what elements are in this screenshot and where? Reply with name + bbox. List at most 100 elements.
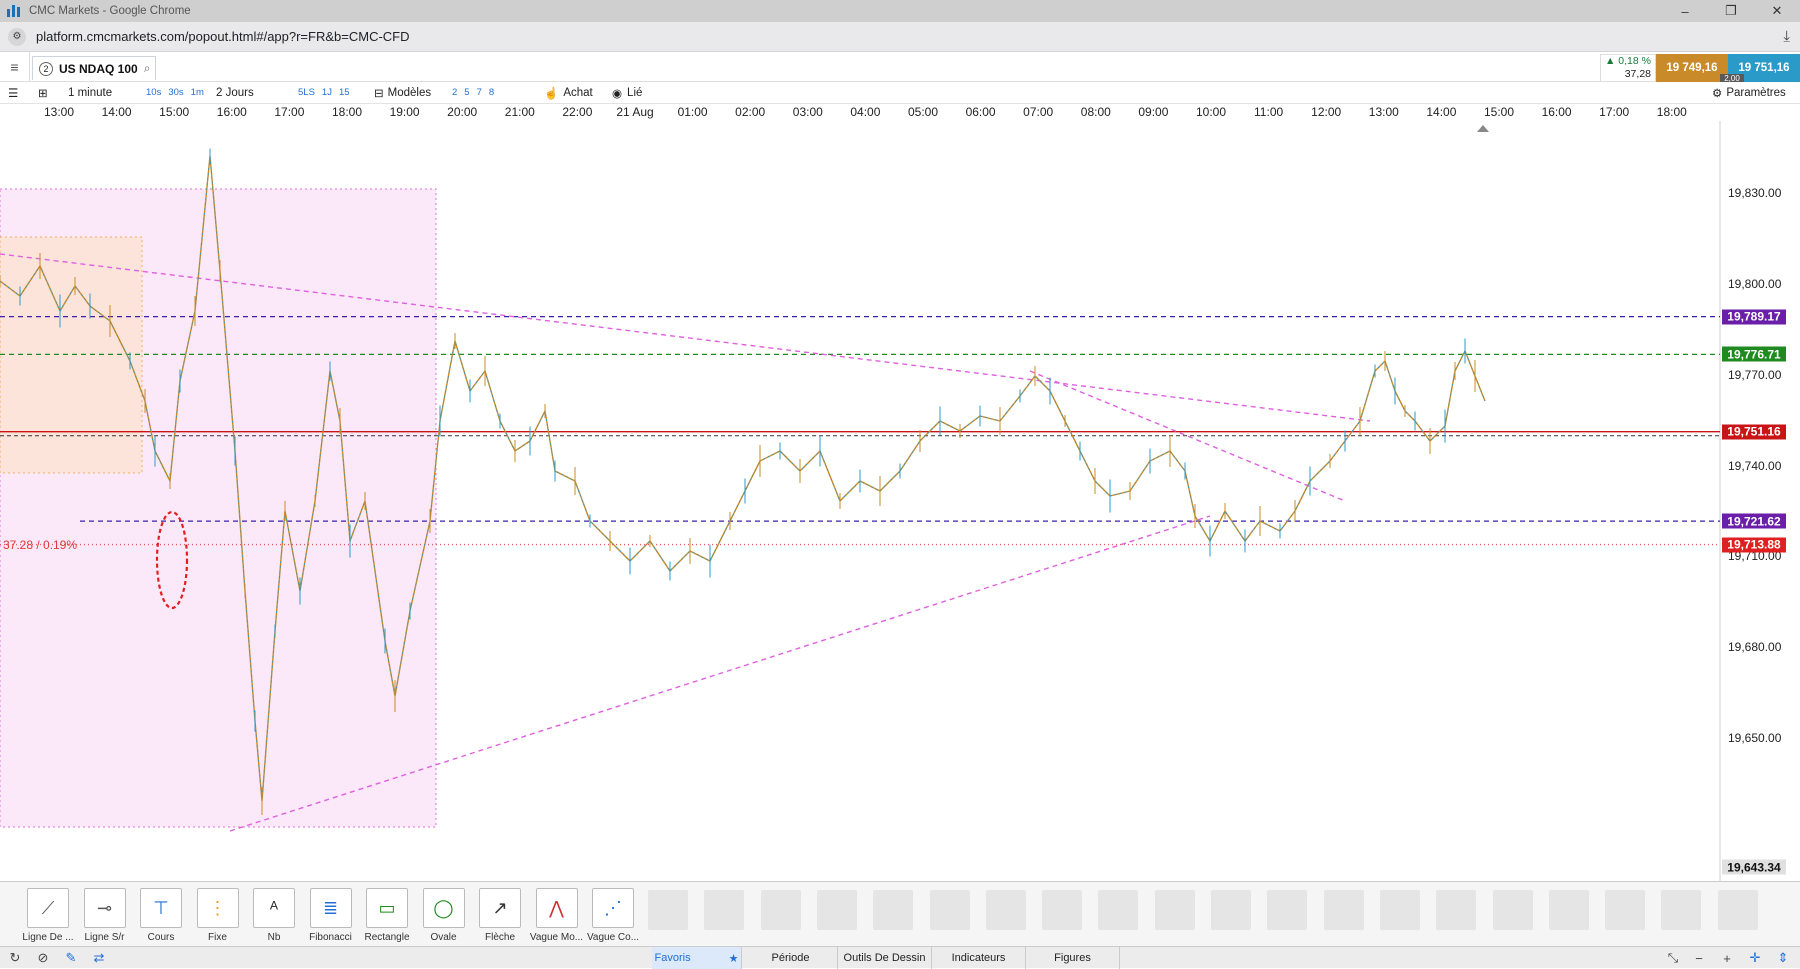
- empty-tool-slot[interactable]: [1492, 890, 1533, 930]
- up-arrow-icon: ▲: [1604, 55, 1616, 67]
- restore-button[interactable]: ❐: [1708, 0, 1754, 22]
- time-axis-label: 21:00: [504, 105, 535, 119]
- tool-fibonacci[interactable]: ≣ Fibonacci: [303, 888, 359, 943]
- tool-trend-line[interactable]: ⟋ Ligne De ...: [20, 888, 76, 943]
- bottom-bar: ↻ ⊘ ✎ ⇄ Favoris ★ Période Outils De Dessi…: [0, 946, 1800, 969]
- site-info-icon[interactable]: ⚙: [8, 27, 26, 46]
- tool-text-note[interactable]: ᴬ Nb: [246, 888, 302, 943]
- menu-icon[interactable]: ≡: [0, 52, 30, 82]
- sell-price-button[interactable]: 19 749,16: [1656, 54, 1728, 82]
- settings-button[interactable]: Paramètres: [1726, 87, 1785, 99]
- tool-wave-corrective[interactable]: ⋰ Vague Co...: [585, 888, 641, 943]
- templates-icon: ⊟: [374, 87, 384, 100]
- tab-figures[interactable]: Figures: [1026, 947, 1120, 969]
- layout-grid-icon[interactable]: ⊞: [38, 83, 48, 103]
- tool-label: Flèche: [484, 932, 515, 943]
- interval-10s[interactable]: 10s: [146, 87, 161, 98]
- instrument-toolbar: ≡ 2 US NDAQ 100 ⌕ ▲ 0,18 % 37,28 19 749,…: [0, 52, 1800, 82]
- empty-tool-slot[interactable]: [985, 890, 1026, 930]
- instrument-tab[interactable]: 2 US NDAQ 100 ⌕: [32, 56, 156, 80]
- rectangle-icon: ▭: [378, 897, 396, 918]
- pencil-icon[interactable]: ✎: [62, 949, 80, 967]
- template-slot-2[interactable]: 2: [452, 87, 457, 98]
- tool-rectangle[interactable]: ▭ Rectangle: [359, 888, 415, 943]
- achat-button[interactable]: Achat: [563, 87, 592, 99]
- zoom-out-icon[interactable]: −: [1690, 949, 1708, 967]
- price-level-label: 19,713.88: [1722, 537, 1786, 553]
- minimize-button[interactable]: –: [1662, 0, 1708, 22]
- time-axis-label: 03:00: [792, 105, 823, 119]
- empty-tool-slot[interactable]: [1042, 890, 1083, 930]
- url-text[interactable]: platform.cmcmarkets.com/popout.html#/app…: [36, 29, 410, 44]
- range-1j[interactable]: 1J: [322, 87, 332, 98]
- empty-tool-slot[interactable]: [929, 890, 970, 930]
- empty-tool-slot[interactable]: [816, 890, 857, 930]
- template-slot-5[interactable]: 5: [464, 87, 469, 98]
- time-axis-label: 18:00: [331, 105, 363, 119]
- tab-favoris-label: Favoris: [654, 952, 691, 964]
- time-axis-label: 20:00: [447, 105, 478, 119]
- search-icon[interactable]: ⌕: [144, 61, 151, 76]
- block-icon[interactable]: ⊘: [34, 949, 52, 967]
- link-eye-icon: ◉: [612, 87, 623, 100]
- empty-tool-slot[interactable]: [760, 890, 801, 930]
- instrument-number-badge: 2: [39, 61, 53, 76]
- instrument-name: US NDAQ 100: [59, 61, 138, 76]
- empty-tool-slot[interactable]: [1267, 890, 1308, 930]
- zoom-in-icon[interactable]: +: [1718, 949, 1736, 967]
- text-note-icon: ᴬ: [269, 897, 279, 918]
- download-icon[interactable]: ⤓: [1783, 28, 1790, 45]
- time-axis-label: 14:00: [1426, 105, 1457, 119]
- fit-icon[interactable]: ⤡: [1664, 949, 1682, 967]
- empty-tool-slot[interactable]: [1661, 890, 1702, 930]
- templates-button[interactable]: Modèles: [388, 87, 431, 99]
- template-slot-8[interactable]: 8: [489, 87, 494, 98]
- change-abs: 37,28: [1624, 68, 1651, 80]
- range-5ls[interactable]: 5LS: [298, 87, 315, 98]
- refresh-icon[interactable]: ↻: [6, 949, 24, 967]
- empty-tool-slot[interactable]: [648, 890, 688, 930]
- empty-tool-slot[interactable]: [1098, 890, 1139, 930]
- tool-wave-motive[interactable]: ⋀ Vague Mo...: [529, 888, 585, 943]
- tool-fixed-line[interactable]: ⋮ Fixe: [190, 888, 246, 943]
- empty-tool-slot[interactable]: [1154, 890, 1195, 930]
- range-15[interactable]: 15: [339, 87, 350, 98]
- linked-button[interactable]: Lié: [627, 87, 642, 99]
- tab-outils-de-dessin[interactable]: Outils De Dessin: [838, 947, 932, 969]
- empty-tool-slot[interactable]: [704, 890, 745, 930]
- empty-tool-slot[interactable]: [1323, 890, 1364, 930]
- tool-arrow[interactable]: ↗ Flèche: [472, 888, 528, 943]
- chart-list-icon[interactable]: ☰: [8, 83, 18, 103]
- crosshair-icon[interactable]: ✛: [1746, 949, 1764, 967]
- current-time-marker: [1477, 125, 1489, 132]
- tab-favoris[interactable]: Favoris ★: [652, 947, 742, 969]
- interval-1m[interactable]: 1m: [191, 87, 204, 98]
- price-level-label: 19,751.16: [1722, 424, 1786, 440]
- tool-price-level[interactable]: ⊤ Cours: [133, 888, 189, 943]
- template-slot-7[interactable]: 7: [477, 87, 482, 98]
- time-axis-label: 17:00: [1599, 105, 1630, 119]
- empty-tool-slot[interactable]: [1211, 890, 1251, 930]
- time-axis-label: 05:00: [907, 105, 939, 119]
- tool-oval[interactable]: ◯ Ovale: [416, 888, 472, 943]
- tab-indicateurs[interactable]: Indicateurs: [932, 947, 1026, 969]
- star-icon: ★: [728, 952, 739, 965]
- tab-periode[interactable]: Période: [744, 947, 838, 969]
- tool-sr-line[interactable]: ⊸ Ligne S/r: [77, 888, 133, 943]
- chart-area[interactable]: [0, 121, 1800, 881]
- empty-tool-slot[interactable]: [1717, 890, 1758, 930]
- interval-select[interactable]: 1 minute: [68, 83, 112, 103]
- wave-corrective-icon: ⋰: [604, 897, 622, 918]
- empty-tool-slot[interactable]: [873, 890, 914, 930]
- empty-tool-slot[interactable]: [1436, 890, 1477, 930]
- range-select[interactable]: 2 Jours: [216, 83, 254, 103]
- empty-tool-slot[interactable]: [1605, 890, 1646, 930]
- empty-tool-slot[interactable]: [1379, 890, 1420, 930]
- price-chart[interactable]: [0, 121, 1800, 881]
- close-button[interactable]: ✕: [1754, 0, 1800, 22]
- interval-30s[interactable]: 30s: [168, 87, 183, 98]
- magnet-icon[interactable]: ⇄: [90, 949, 108, 967]
- expand-vertical-icon[interactable]: ⇕: [1774, 949, 1792, 967]
- empty-tool-slot[interactable]: [1548, 890, 1589, 930]
- tool-label: Ligne De ...: [22, 932, 74, 943]
